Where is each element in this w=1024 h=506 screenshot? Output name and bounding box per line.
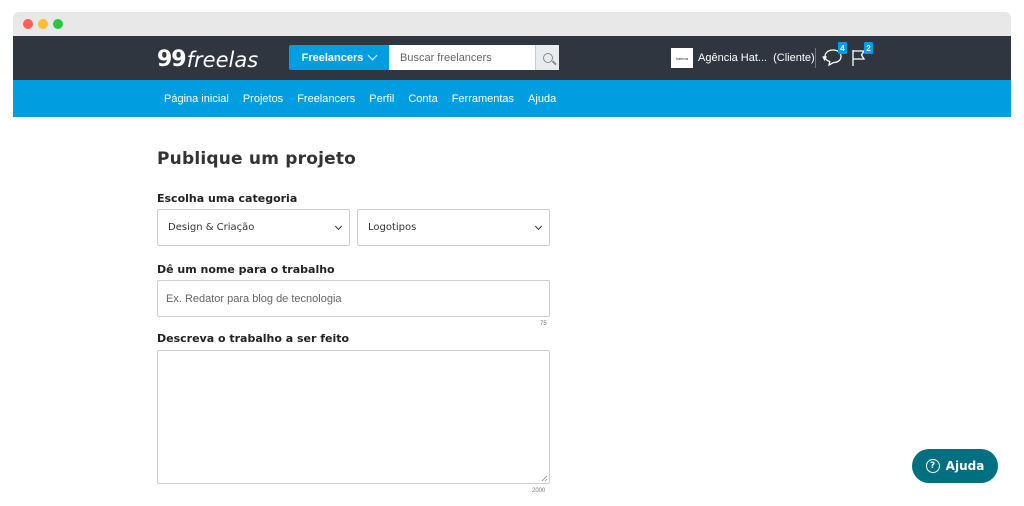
- job-name-counter: 75: [540, 321, 547, 327]
- chevron-down-icon: [534, 222, 543, 231]
- window-titlebar: [13, 12, 1011, 36]
- header-divider: [815, 48, 816, 68]
- logo-number: 99: [157, 47, 187, 72]
- messages-button[interactable]: 4: [823, 42, 847, 70]
- account-menu[interactable]: hatena Agência Hat... (Cliente) ▼: [671, 48, 829, 68]
- search-group: Freelancers: [289, 45, 559, 70]
- minimize-window-button[interactable]: [38, 19, 48, 29]
- subcategory-select-value: Logotipos: [368, 222, 417, 233]
- account-role: (Cliente): [773, 52, 815, 64]
- logo-word: freelas: [186, 48, 259, 72]
- help-button-label: Ajuda: [945, 459, 985, 473]
- nav-item-profile[interactable]: Perfil: [369, 93, 394, 105]
- account-name: Agência Hat...: [698, 52, 768, 64]
- nav-item-help[interactable]: Ajuda: [528, 93, 556, 105]
- page-title: Publique um projeto: [157, 149, 357, 169]
- chevron-down-icon: [367, 50, 378, 61]
- question-icon: ?: [925, 459, 940, 473]
- job-name-input[interactable]: [157, 280, 550, 317]
- search-type-label: Freelancers: [301, 51, 364, 64]
- top-header: 99 freelas Freelancers hatena Agência Ha…: [13, 36, 1011, 80]
- description-textarea[interactable]: [157, 350, 550, 484]
- description-counter: 2000: [532, 488, 546, 494]
- help-button[interactable]: ? Ajuda: [912, 449, 998, 483]
- nav-item-tools[interactable]: Ferramentas: [452, 93, 514, 105]
- description-label: Descreva o trabalho a ser feito: [157, 332, 350, 345]
- nav-item-account[interactable]: Conta: [408, 93, 437, 105]
- chevron-down-icon: [334, 222, 343, 231]
- resize-grip-icon[interactable]: [541, 475, 548, 482]
- subcategory-select[interactable]: Logotipos: [357, 209, 550, 246]
- search-input[interactable]: [389, 45, 535, 70]
- nav-item-home[interactable]: Página inicial: [164, 93, 229, 105]
- site-logo[interactable]: 99 freelas: [157, 45, 259, 72]
- notifications-button[interactable]: 2: [849, 42, 873, 70]
- nav-item-projects[interactable]: Projetos: [243, 93, 283, 105]
- search-button[interactable]: [535, 45, 559, 70]
- close-window-button[interactable]: [23, 19, 33, 29]
- main-nav: Página inicial Projetos Freelancers Perf…: [13, 80, 1011, 117]
- nav-item-freelancers[interactable]: Freelancers: [297, 93, 355, 105]
- messages-count-badge: 4: [838, 42, 847, 54]
- search-icon: [542, 52, 553, 63]
- category-select-value: Design & Criação: [168, 222, 255, 233]
- search-type-dropdown[interactable]: Freelancers: [289, 45, 389, 70]
- job-name-label: Dê um nome para o trabalho: [157, 263, 335, 276]
- maximize-window-button[interactable]: [53, 19, 63, 29]
- category-select[interactable]: Design & Criação: [157, 209, 350, 246]
- notifications-count-badge: 2: [864, 42, 873, 54]
- category-label: Escolha uma categoria: [157, 192, 298, 205]
- avatar: hatena: [671, 48, 693, 68]
- browser-window: 99 freelas Freelancers hatena Agência Ha…: [13, 12, 1011, 506]
